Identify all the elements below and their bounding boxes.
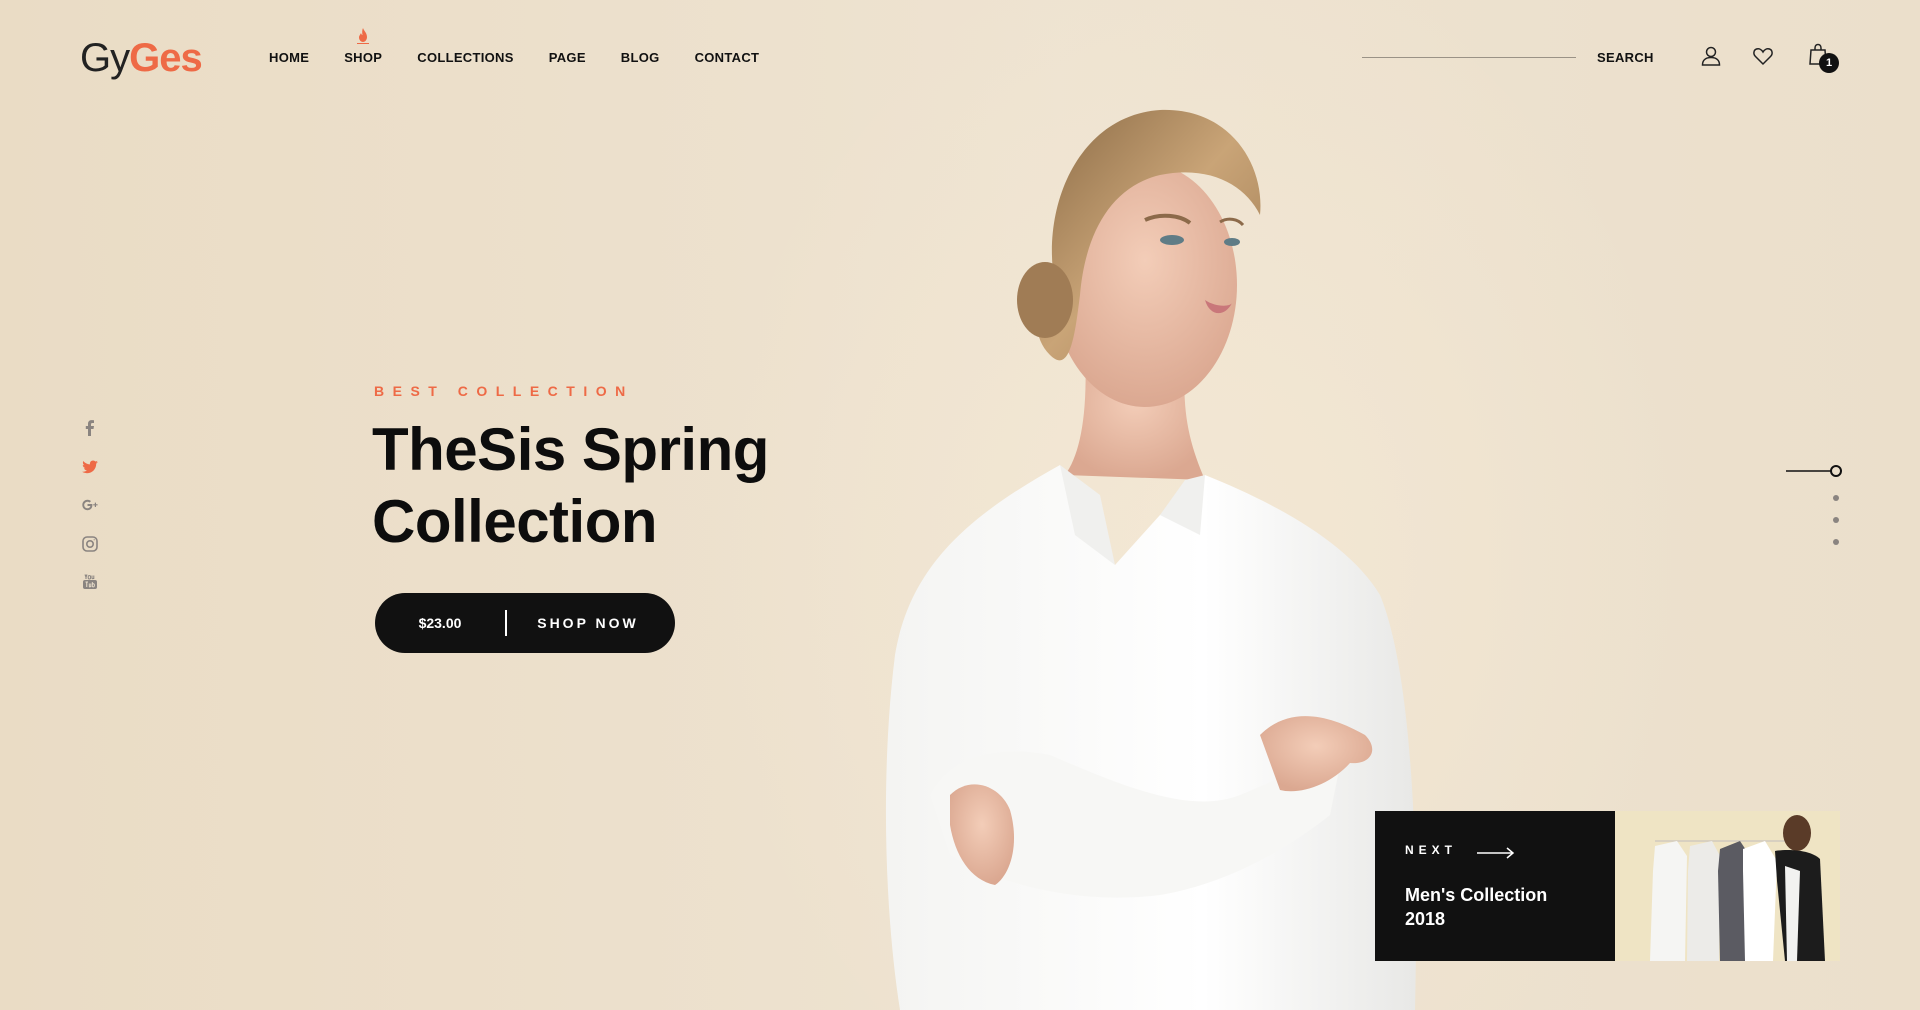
youtube-icon[interactable]	[80, 572, 100, 592]
arrow-right-icon	[1477, 847, 1515, 859]
nav-blog[interactable]: BLOG	[621, 50, 660, 65]
search-input[interactable]	[1362, 57, 1576, 58]
social-links	[80, 418, 100, 611]
google-plus-icon[interactable]	[80, 495, 100, 515]
facebook-icon[interactable]	[80, 418, 100, 438]
next-slide-title: Men's Collection 2018	[1405, 883, 1595, 931]
hero-eyebrow: BEST COLLECTION	[374, 383, 634, 399]
slider-dot-1	[1830, 465, 1842, 477]
twitter-icon[interactable]	[80, 457, 100, 477]
logo-text-part2: Ges	[129, 36, 203, 80]
nav-collections[interactable]: COLLECTIONS	[417, 50, 513, 65]
next-title-line2: 2018	[1405, 909, 1446, 929]
slider-pagination[interactable]	[1786, 464, 1846, 554]
nav-shop[interactable]: SHOP	[344, 28, 383, 65]
search-button[interactable]: SEARCH	[1597, 50, 1654, 65]
shop-now-label: SHOP NOW	[537, 615, 639, 631]
next-title-line1: Men's Collection	[1405, 885, 1548, 905]
hero-title-line2: Collection	[372, 488, 658, 555]
next-slide-thumbnail	[1615, 811, 1840, 961]
logo-text-part1: Gy	[80, 36, 130, 80]
slider-dot-4	[1833, 539, 1839, 545]
hero-title: TheSis Spring Collection	[372, 414, 892, 558]
next-slide-info: NEXT Men's Collection 2018	[1375, 811, 1615, 961]
user-icon[interactable]	[1699, 44, 1723, 68]
heart-icon[interactable]	[1751, 44, 1775, 68]
next-slide-card[interactable]: NEXT Men's Collection 2018	[1375, 811, 1840, 961]
instagram-icon[interactable]	[80, 534, 100, 554]
nav-page[interactable]: PAGE	[549, 50, 586, 65]
shop-now-button[interactable]: $23.00 SHOP NOW	[375, 593, 675, 653]
next-label: NEXT	[1405, 843, 1458, 857]
nav-contact[interactable]: CONTACT	[695, 50, 760, 65]
slider-dot-3	[1833, 517, 1839, 523]
main-nav: HOME SHOP COLLECTIONS PAGE BLOG CONTACT	[269, 28, 794, 65]
product-price: $23.00	[418, 615, 462, 631]
nav-shop-label: SHOP	[344, 50, 383, 65]
flame-icon	[357, 28, 370, 44]
nav-home[interactable]: HOME	[269, 50, 309, 65]
cart-count-badge: 1	[1819, 53, 1839, 73]
hero-title-line1: TheSis Spring	[372, 416, 769, 483]
slider-dot-2	[1833, 495, 1839, 501]
brand-logo[interactable]: GyGes	[80, 34, 203, 82]
